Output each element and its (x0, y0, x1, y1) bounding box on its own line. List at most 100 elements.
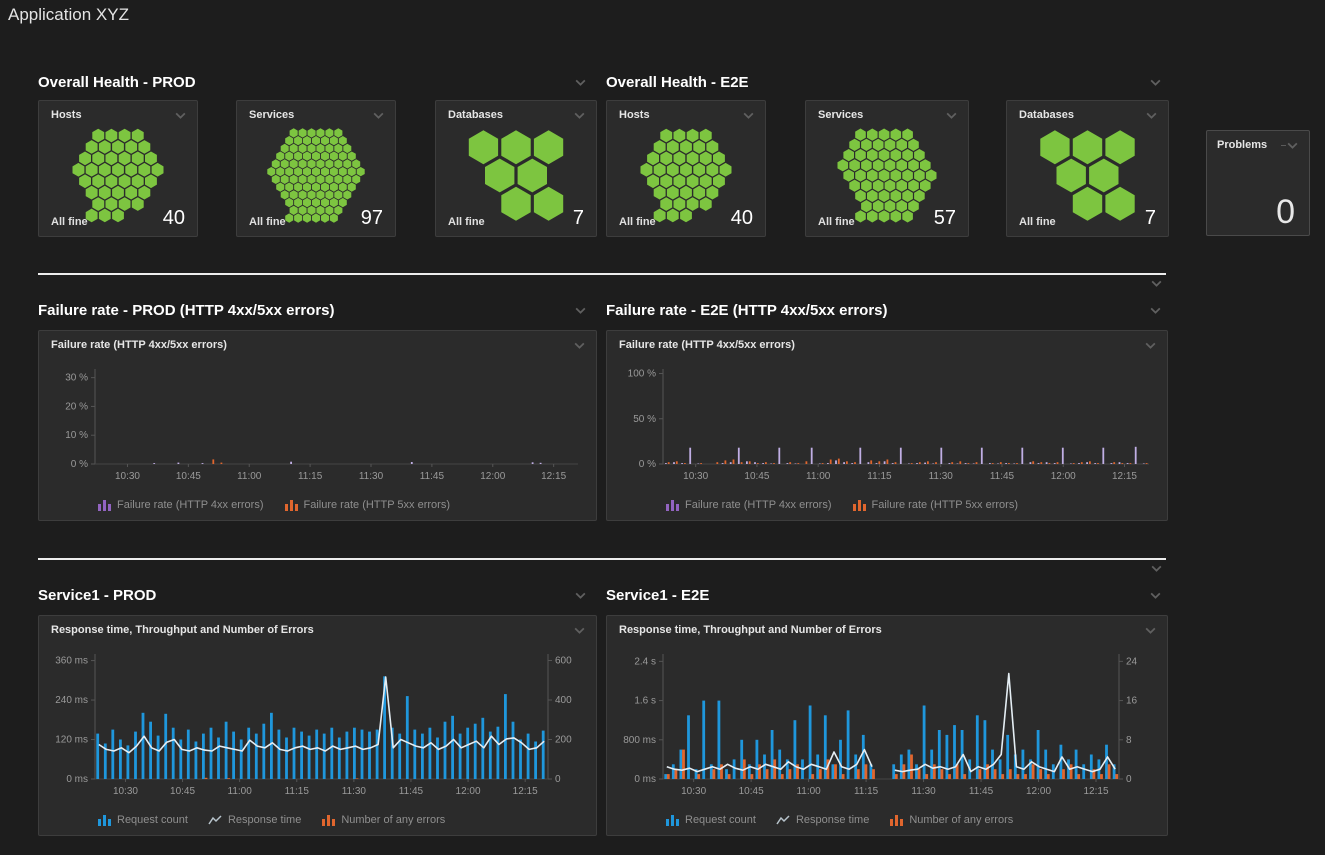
y-axis-label: 24 (1126, 656, 1138, 667)
healthy-hexagon (285, 183, 293, 192)
y-axis-label: 16 (1126, 696, 1138, 707)
chevron-down-icon[interactable] (1149, 78, 1162, 87)
y-axis-label: 1.6 s (634, 696, 656, 707)
y-axis-label: 8 (1126, 735, 1132, 746)
healthy-hexagon (501, 130, 530, 164)
legend-label: Failure rate (HTTP 4xx errors) (685, 499, 832, 511)
legend-bars-icon (97, 814, 111, 826)
healthy-hexagon (343, 144, 351, 153)
y-axis-label: 600 (555, 656, 572, 667)
chevron-down-icon[interactable] (1145, 111, 1158, 120)
healthy-hexagon (303, 183, 311, 192)
health-tile-databases-e2e[interactable]: Databases All fine 7 (1006, 100, 1169, 237)
y-axis-label: 0 % (71, 459, 88, 470)
healthy-hexagon (873, 139, 884, 151)
x-axis-label: 11:00 (806, 471, 831, 482)
healthy-hexagon (303, 152, 311, 161)
health-tile-hosts-e2e[interactable]: Hosts All fine 40 (606, 100, 766, 237)
failure-rate-e2e-chart[interactable]: 0 %50 %100 %10:3010:4511:0011:1511:3011:… (611, 359, 1163, 484)
healthy-hexagon (73, 163, 85, 177)
chevron-down-icon[interactable] (945, 111, 958, 120)
healthy-hexagon (303, 167, 311, 176)
healthy-hexagon (687, 152, 699, 166)
healthy-hexagon (861, 180, 872, 192)
chevron-down-icon[interactable] (1149, 591, 1162, 600)
healthy-hexagon (518, 159, 547, 193)
entity-count: 40 (163, 208, 185, 228)
x-axis-label: 11:30 (359, 471, 384, 482)
healthy-hexagon (99, 186, 111, 200)
healthy-hexagon (308, 159, 316, 168)
chevron-down-icon[interactable] (573, 111, 586, 120)
healthy-hexagon (914, 169, 925, 181)
healthy-hexagon (276, 183, 284, 192)
x-axis-label: 11:00 (237, 471, 262, 482)
healthy-hexagon (867, 190, 878, 202)
entity-count: 40 (731, 208, 753, 228)
healthy-hexagon (92, 129, 104, 143)
section-title: Overall Health - E2E (606, 74, 749, 91)
x-axis-label: 10:45 (744, 471, 769, 482)
healthy-hexagon (321, 152, 329, 161)
healthy-hexagon (316, 128, 324, 137)
x-axis-label: 11:15 (298, 471, 323, 482)
tile-title: Problems (1217, 139, 1267, 151)
chevron-down-icon[interactable] (742, 111, 755, 120)
healthy-hexagon (334, 144, 342, 153)
healthy-hexagon (706, 163, 718, 177)
healthy-hexagon (321, 198, 329, 207)
legend-item: Number of any errors (889, 814, 1013, 826)
failure-rate-prod-chart[interactable]: 0 %10 %20 %30 %10:3010:4511:0011:1511:30… (43, 359, 592, 484)
health-tile-services-e2e[interactable]: Services All fine 57 (805, 100, 969, 237)
failure-rate-prod-tile[interactable]: Failure rate (HTTP 4xx/5xx errors) 0 %10… (38, 330, 597, 521)
service1-e2e-tile[interactable]: Response time, Throughput and Number of … (606, 615, 1168, 836)
service1-e2e-chart[interactable]: 0 ms800 ms1.6 s2.4 s08162410:3010:4511:0… (611, 644, 1163, 799)
legend-label: Response time (228, 814, 301, 826)
chevron-down-icon[interactable] (573, 626, 586, 635)
healthy-hexagon (680, 163, 692, 177)
healthy-hexagon (325, 144, 333, 153)
health-tile-services-prod[interactable]: Services All fine 97 (236, 100, 396, 237)
chevron-down-icon[interactable] (573, 341, 586, 350)
healthy-hexagon (902, 129, 913, 141)
healthy-hexagon (879, 169, 890, 181)
chevron-down-icon[interactable] (574, 591, 587, 600)
section-header-failure-prod: Failure rate - PROD (HTTP 4xx/5xx errors… (38, 300, 587, 320)
problems-tile[interactable]: Problems 0 (1206, 130, 1310, 236)
healthy-hexagon (348, 167, 356, 176)
status-label: All fine (1019, 216, 1056, 228)
chart-legend: Request countResponse timeNumber of any … (665, 814, 1155, 826)
chevron-down-icon[interactable] (1144, 341, 1157, 350)
chevron-down-icon[interactable] (1150, 279, 1163, 288)
healthy-hexagon (290, 144, 298, 153)
legend-label: Failure rate (HTTP 4xx errors) (117, 499, 264, 511)
healthy-hexagon (92, 174, 104, 188)
healthy-hexagon (106, 129, 118, 143)
chevron-down-icon[interactable] (574, 78, 587, 87)
chevron-down-icon[interactable] (1144, 626, 1157, 635)
x-axis-label: 12:15 (1083, 786, 1108, 797)
legend-label: Number of any errors (341, 814, 445, 826)
x-axis-label: 11:45 (399, 786, 424, 797)
entity-count: 7 (1145, 208, 1156, 228)
healthy-hexagon (106, 152, 118, 166)
service1-prod-tile[interactable]: Response time, Throughput and Number of … (38, 615, 597, 836)
service1-prod-chart[interactable]: 0 ms120 ms240 ms360 ms020040060010:3010:… (43, 644, 592, 799)
chevron-down-icon[interactable] (1150, 564, 1163, 573)
chevron-down-icon[interactable] (1149, 306, 1162, 315)
legend-item: Number of any errors (321, 814, 445, 826)
y-axis-label: 30 % (65, 373, 88, 384)
healthy-hexagon (321, 167, 329, 176)
healthy-hexagon (660, 129, 672, 143)
health-tile-databases-prod[interactable]: Databases All fine 7 (435, 100, 597, 237)
chevron-down-icon[interactable] (174, 111, 187, 120)
healthy-hexagon (357, 167, 365, 176)
chevron-down-icon[interactable] (372, 111, 385, 120)
health-tile-hosts-prod[interactable]: Hosts All fine 40 (38, 100, 198, 237)
healthy-hexagon (674, 129, 686, 143)
chevron-down-icon[interactable] (574, 306, 587, 315)
dashboard: Application XYZ Overall Health - PROD Ov… (0, 0, 1325, 855)
healthy-hexagon (896, 159, 907, 171)
failure-rate-e2e-tile[interactable]: Failure rate (HTTP 4xx/5xx errors) 0 %50… (606, 330, 1168, 521)
chevron-down-icon[interactable] (1286, 141, 1299, 150)
